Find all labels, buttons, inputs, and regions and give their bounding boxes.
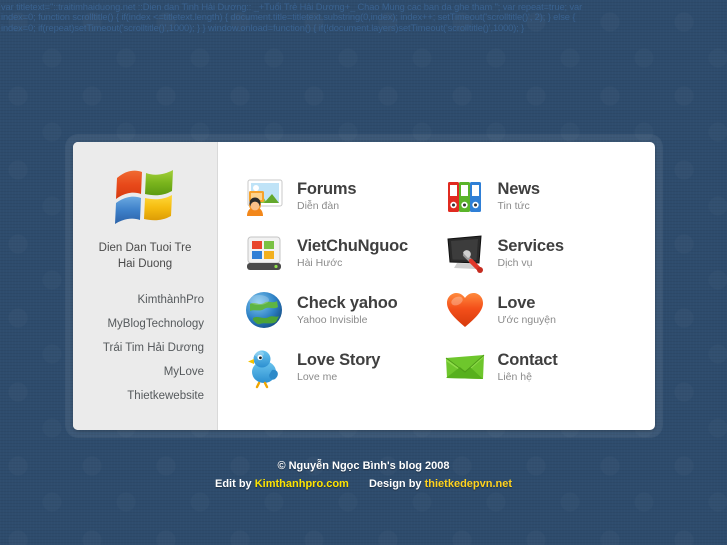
shortcut-title: Love bbox=[497, 294, 536, 312]
shortcut-subtitle: Diễn đàn bbox=[297, 200, 340, 212]
shortcut-forums[interactable]: Forums Diễn đàn bbox=[242, 172, 435, 220]
check-yahoo-globe-icon bbox=[242, 288, 286, 332]
love-story-bird-icon bbox=[242, 345, 286, 389]
shortcut-contact[interactable]: Contact Liên hệ bbox=[443, 343, 636, 391]
shortcut-title: VietChuNguoc bbox=[297, 237, 408, 255]
code-line-3: index=0; if(repeat)setTimeout('scrolltit… bbox=[1, 22, 525, 33]
sidebar-item-traitimhaiduong[interactable]: Trái Tim Hải Dương bbox=[73, 336, 204, 360]
vietchunguoc-drive-icon bbox=[242, 231, 286, 275]
shortcut-labels: Forums Diễn đàn bbox=[297, 179, 357, 213]
shortcut-news[interactable]: News Tin tức bbox=[443, 172, 636, 220]
sidebar-item-myblogtechnology[interactable]: MyBlogTechnology bbox=[73, 312, 204, 336]
main-content: Forums Diễn đàn News Tin tức VietChuNguo… bbox=[218, 142, 655, 430]
sidebar-item-mylove[interactable]: MyLove bbox=[73, 360, 204, 384]
shortcut-subtitle: Ước nguyện bbox=[497, 314, 556, 326]
sidebar-item-thietkewebsite[interactable]: Thietkewebsite bbox=[73, 384, 204, 408]
code-line-2: index=0; function scrolltitle() { if(ind… bbox=[1, 12, 576, 23]
shortcut-labels: VietChuNguoc Hài Hước bbox=[297, 236, 408, 270]
footer-copyright: © Nguyễn Ngọc Bình's blog 2008 bbox=[277, 460, 450, 472]
scrolling-title-script-text: var titletext="::traitimhaiduong.net ::D… bbox=[0, 0, 727, 33]
shortcut-title: Forums bbox=[297, 180, 357, 198]
shortcut-labels: Contact Liên hệ bbox=[498, 350, 558, 384]
love-heart-icon bbox=[443, 288, 487, 332]
shortcut-labels: Services Dịch vụ bbox=[498, 236, 564, 270]
shortcut-labels: Love Ước nguyện bbox=[498, 293, 556, 327]
shortcut-grid: Forums Diễn đàn News Tin tức VietChuNguo… bbox=[242, 172, 635, 391]
contact-envelope-icon bbox=[443, 345, 487, 389]
shortcut-subtitle: Yahoo Invisible bbox=[297, 314, 368, 326]
news-binders-icon bbox=[443, 174, 487, 218]
footer: © Nguyễn Ngọc Bình's blog 2008 Edit by K… bbox=[0, 458, 727, 492]
sidebar: Dien Dan Tuoi Tre Hai Duong KimthànhPro … bbox=[73, 142, 218, 430]
kimthanhpro-link[interactable]: Kimthanhpro.com bbox=[255, 478, 349, 490]
shortcut-title: Love Story bbox=[297, 351, 381, 369]
shortcut-subtitle: Hài Hước bbox=[297, 257, 343, 269]
shortcut-subtitle: Dịch vụ bbox=[497, 257, 533, 269]
shortcut-subtitle: Tin tức bbox=[497, 200, 530, 212]
sidebar-item-kimthanhpro[interactable]: KimthànhPro bbox=[73, 288, 204, 312]
shortcut-subtitle: Liên hệ bbox=[497, 371, 532, 383]
logo-wrapper bbox=[73, 168, 217, 232]
code-line-1: var titletext="::traitimhaiduong.net ::D… bbox=[1, 2, 583, 12]
shortcut-labels: Check yahoo Yahoo Invisible bbox=[297, 293, 398, 327]
shortcut-love-story[interactable]: Love Story Love me bbox=[242, 343, 435, 391]
shortcut-love[interactable]: Love Ước nguyện bbox=[443, 286, 636, 334]
site-title: Dien Dan Tuoi Tre Hai Duong bbox=[73, 240, 217, 272]
windows-logo-icon bbox=[115, 170, 173, 224]
shortcut-labels: Love Story Love me bbox=[297, 350, 380, 384]
design-by-label: Design by bbox=[368, 478, 422, 490]
shortcut-check-yahoo[interactable]: Check yahoo Yahoo Invisible bbox=[242, 286, 435, 334]
edit-by-label: Edit by bbox=[214, 478, 252, 490]
site-title-line-2: Hai Duong bbox=[117, 258, 173, 270]
shortcut-labels: News Tin tức bbox=[497, 179, 541, 213]
shortcut-title: News bbox=[497, 180, 541, 198]
forums-photos-icon bbox=[242, 174, 286, 218]
sidebar-links: KimthànhPro MyBlogTechnology Trái Tim Hả… bbox=[73, 288, 217, 408]
services-monitor-tools-icon bbox=[443, 231, 487, 275]
thietkedepvn-link[interactable]: thietkedepvn.net bbox=[425, 478, 512, 490]
shortcut-services[interactable]: Services Dịch vụ bbox=[443, 229, 636, 277]
main-panel: Dien Dan Tuoi Tre Hai Duong KimthànhPro … bbox=[73, 142, 655, 430]
shortcut-title: Contact bbox=[497, 351, 558, 369]
footer-credits: Edit by Kimthanhpro.com Design by thietk… bbox=[0, 476, 727, 492]
shortcut-subtitle: Love me bbox=[297, 371, 338, 383]
shortcut-title: Services bbox=[497, 237, 564, 255]
shortcut-vietchunguoc[interactable]: VietChuNguoc Hài Hước bbox=[242, 229, 435, 277]
site-title-line-1: Dien Dan Tuoi Tre bbox=[98, 242, 192, 254]
shortcut-title: Check yahoo bbox=[297, 294, 398, 312]
